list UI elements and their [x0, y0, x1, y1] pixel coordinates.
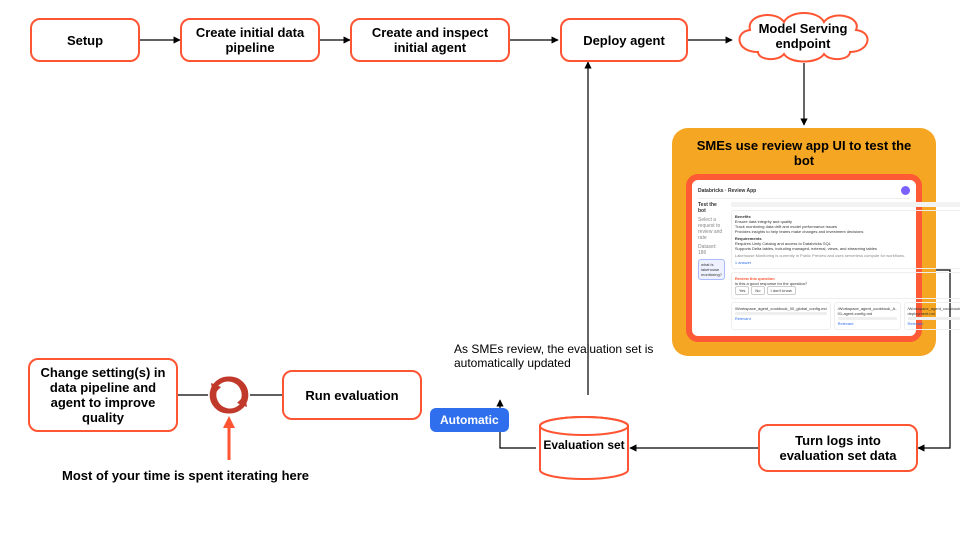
feedback-idk: I don't know: [767, 286, 796, 295]
review-app-screenshot: Databricks · Review App Test the bot Sel…: [686, 174, 922, 342]
node-run-evaluation-label: Run evaluation: [305, 388, 398, 403]
feedback-yes: Yes: [735, 286, 750, 295]
node-deploy-agent: Deploy agent: [560, 18, 688, 62]
sme-panel-title: SMEs use review app UI to test the bot: [686, 138, 922, 168]
sme-review-panel: SMEs use review app UI to test the bot D…: [672, 128, 936, 356]
sme-review-note: As SMEs review, the evaluation set is au…: [454, 342, 654, 370]
node-run-evaluation: Run evaluation: [282, 370, 422, 420]
node-change-settings-label: Change setting(s) in data pipeline and a…: [38, 365, 168, 425]
node-create-agent-label: Create and inspect initial agent: [360, 25, 500, 55]
query-item: what is lakehouse monitoring?: [698, 259, 725, 280]
node-create-pipeline: Create initial data pipeline: [180, 18, 320, 62]
node-evaluation-set: Evaluation set: [538, 416, 630, 480]
node-setup: Setup: [30, 18, 140, 62]
node-evaluation-set-label: Evaluation set: [543, 438, 624, 452]
node-create-agent: Create and inspect initial agent: [350, 18, 510, 62]
node-turn-logs: Turn logs into evaluation set data: [758, 424, 918, 472]
automatic-badge: Automatic: [430, 408, 509, 432]
cycle-arrows-icon: [208, 374, 250, 421]
node-model-serving-label: Model Serving endpoint: [738, 21, 868, 51]
node-create-pipeline-label: Create initial data pipeline: [190, 25, 310, 55]
avatar: [901, 186, 910, 195]
node-change-settings: Change setting(s) in data pipeline and a…: [28, 358, 178, 432]
feedback-no: No: [751, 286, 764, 295]
node-turn-logs-label: Turn logs into evaluation set data: [768, 433, 908, 463]
node-model-serving-cloud: Model Serving endpoint: [728, 8, 878, 64]
node-deploy-agent-label: Deploy agent: [583, 33, 665, 48]
iterate-note: Most of your time is spent iterating her…: [62, 468, 309, 483]
node-setup-label: Setup: [67, 33, 103, 48]
